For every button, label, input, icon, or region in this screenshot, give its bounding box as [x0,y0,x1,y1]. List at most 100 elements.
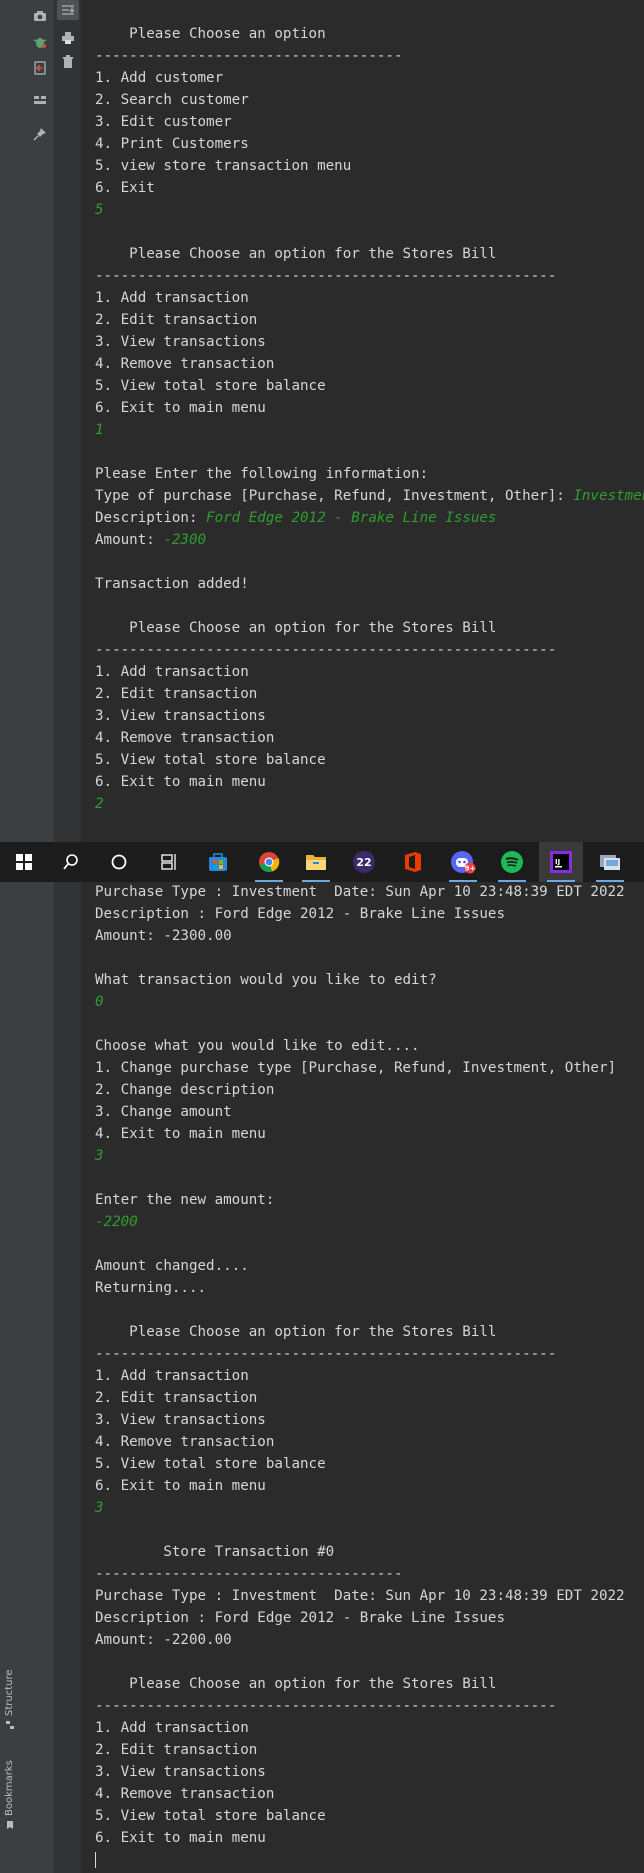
console-user-input: 3 [95,1148,104,1164]
console-output-text: 2. Edit transaction [95,1390,258,1406]
console-line: 6. Exit [95,177,644,199]
console-output-text: 2. Edit transaction [95,686,258,702]
console-output-text: ------------------------------------ [95,48,403,64]
console-output-text: 3. View transactions [95,708,266,724]
console-output-text: Please Choose an option [95,26,326,42]
console-output-text: Transaction added! [95,576,249,592]
console-line: 3 [95,1497,625,1519]
console-line: Please Choose an option for the Stores B… [95,243,644,265]
console-output-text: Amount: -2300.00 [95,928,232,944]
console-output-text: What transaction would you like to edit? [95,972,437,988]
console-line: 2 [95,793,644,815]
tool-window-stripe [0,0,28,1873]
app-22-icon[interactable]: 22 [342,842,386,882]
console-line: 3. View transactions [95,705,644,727]
console-line: 1. Add transaction [95,661,644,683]
console-user-input: 5 [95,202,104,218]
chrome-icon[interactable] [247,842,291,882]
console-line: 3. View transactions [95,331,644,353]
console-output-text: ------------------------------------ [95,1566,403,1582]
console-output-text: Description : Ford Edge 2012 - Brake Lin… [95,906,505,922]
console-line: Please Choose an option [95,23,644,45]
pin-icon[interactable] [29,124,51,144]
console-line: 4. Exit to main menu [95,1123,625,1145]
bookmarks-tab[interactable]: Bookmarks [4,1760,15,1830]
file-explorer-icon[interactable] [294,842,338,882]
console-line: 5. view store transaction menu [95,155,644,177]
console-line: ------------------------------------ [95,1563,625,1585]
console-line: 5. View total store balance [95,1453,625,1475]
console-user-input: Investment [573,488,644,504]
console-output-text: Please Choose an option for the Stores B… [95,1676,497,1692]
console-output-text: Amount: -2200.00 [95,1632,232,1648]
console-output-text: 2. Edit transaction [95,1742,258,1758]
console-output-text: 1. Add customer [95,70,224,86]
console-output-text: 3. View transactions [95,1412,266,1428]
console-line: Description : Ford Edge 2012 - Brake Lin… [95,1607,625,1629]
console-output-text: 5. view store transaction menu [95,158,352,174]
console-line: ------------------------------------ [95,45,644,67]
console-output-text: Store Transaction #0 [95,1544,335,1560]
console-line: Type of purchase [Purchase, Refund, Inve… [95,485,644,507]
console-user-input: 2 [95,796,104,812]
console-output-text: ----------------------------------------… [95,642,557,658]
console-output-text: 2. Search customer [95,92,249,108]
task-view-icon[interactable] [146,842,190,882]
office-icon[interactable] [391,842,435,882]
console-line: 1 [95,419,644,441]
console-output-top[interactable]: Please Choose an option -----------------… [95,23,644,815]
discord-icon[interactable]: 9+ [441,842,485,882]
console-output-text: 4. Remove transaction [95,356,275,372]
app-22-label: 22 [356,856,371,869]
console-line: 1. Change purchase type [Purchase, Refun… [95,1057,625,1079]
console-user-input: 1 [95,422,104,438]
console-line: Please Choose an option for the Stores B… [95,1321,625,1343]
camera-icon[interactable] [29,6,51,26]
discord-badge: 9+ [465,865,476,873]
console-user-input: -2200 [95,1214,138,1230]
console-output-text: ----------------------------------------… [95,1346,557,1362]
console-line: 6. Exit to main menu [95,1475,625,1497]
console-output-text: Please Choose an option for the Stores B… [95,620,497,636]
console-output-text: 3. Change amount [95,1104,232,1120]
search-icon[interactable] [49,842,93,882]
structure-tab[interactable]: Structure [4,1669,15,1730]
console-line: 2. Edit transaction [95,309,644,331]
scroll-to-end-icon[interactable] [57,0,79,20]
console-output-text: Description: [95,510,207,526]
console-output-text: 6. Exit [95,180,155,196]
console-line: 6. Exit to main menu [95,1827,625,1849]
console-line: 2. Search customer [95,89,644,111]
console-line: Store Transaction #0 [95,1541,625,1563]
console-line: 6. Exit to main menu [95,771,644,793]
console-output-bottom[interactable]: Purchase Type : Investment Date: Sun Apr… [95,881,625,1871]
console-line: Please Enter the following information: [95,463,644,485]
trash-icon[interactable] [57,52,79,72]
console-output-text: Returning.... [95,1280,207,1296]
console-line: 4. Remove transaction [95,727,644,749]
intellij-icon[interactable]: IJ [539,842,583,882]
console-line: Amount: -2300.00 [95,925,625,947]
console-line: ----------------------------------------… [95,1695,625,1717]
spotify-icon[interactable] [490,842,534,882]
cortana-icon[interactable] [97,842,141,882]
layout-icon[interactable] [29,90,51,110]
console-output-text: 2. Change description [95,1082,275,1098]
console-input-line[interactable] [95,1849,625,1871]
text-caret [95,1852,96,1868]
console-line: Amount changed.... [95,1255,625,1277]
debug-icon[interactable] [29,32,51,52]
start-icon[interactable] [2,842,46,882]
console-line: What transaction would you like to edit? [95,969,625,991]
console-line: Choose what you would like to edit.... [95,1035,625,1057]
console-output-text: Please Choose an option for the Stores B… [95,246,497,262]
app-icon[interactable] [588,842,632,882]
print-icon[interactable] [57,28,79,48]
store-icon[interactable] [196,842,240,882]
console-gutter [55,0,81,1873]
console-line: 4. Remove transaction [95,1431,625,1453]
exit-icon[interactable] [29,58,51,78]
console-line: Purchase Type : Investment Date: Sun Apr… [95,1585,625,1607]
console-output-text: Type of purchase [Purchase, Refund, Inve… [95,488,574,504]
